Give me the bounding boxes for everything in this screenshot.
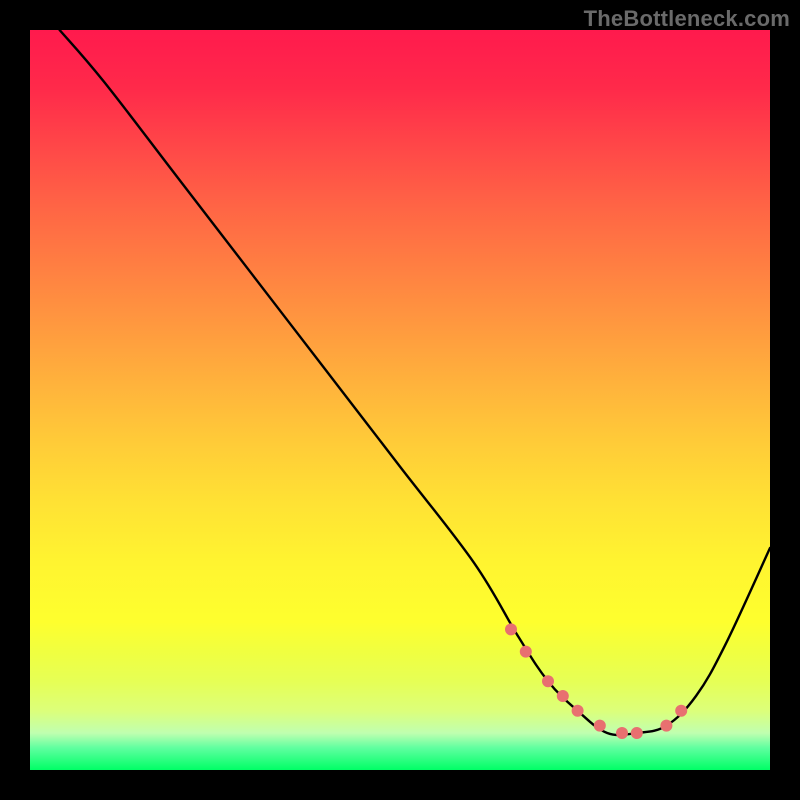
marker-dot — [660, 720, 672, 732]
marker-dot — [616, 727, 628, 739]
marker-dot — [631, 727, 643, 739]
watermark-text: TheBottleneck.com — [584, 6, 790, 32]
highlight-markers — [505, 623, 687, 739]
chart-frame: TheBottleneck.com — [0, 0, 800, 800]
marker-dot — [675, 705, 687, 717]
marker-dot — [557, 690, 569, 702]
marker-dot — [542, 675, 554, 687]
bottleneck-curve — [60, 30, 770, 735]
chart-svg — [30, 30, 770, 770]
marker-dot — [572, 705, 584, 717]
marker-dot — [505, 623, 517, 635]
plot-area — [30, 30, 770, 770]
marker-dot — [520, 646, 532, 658]
marker-dot — [594, 720, 606, 732]
